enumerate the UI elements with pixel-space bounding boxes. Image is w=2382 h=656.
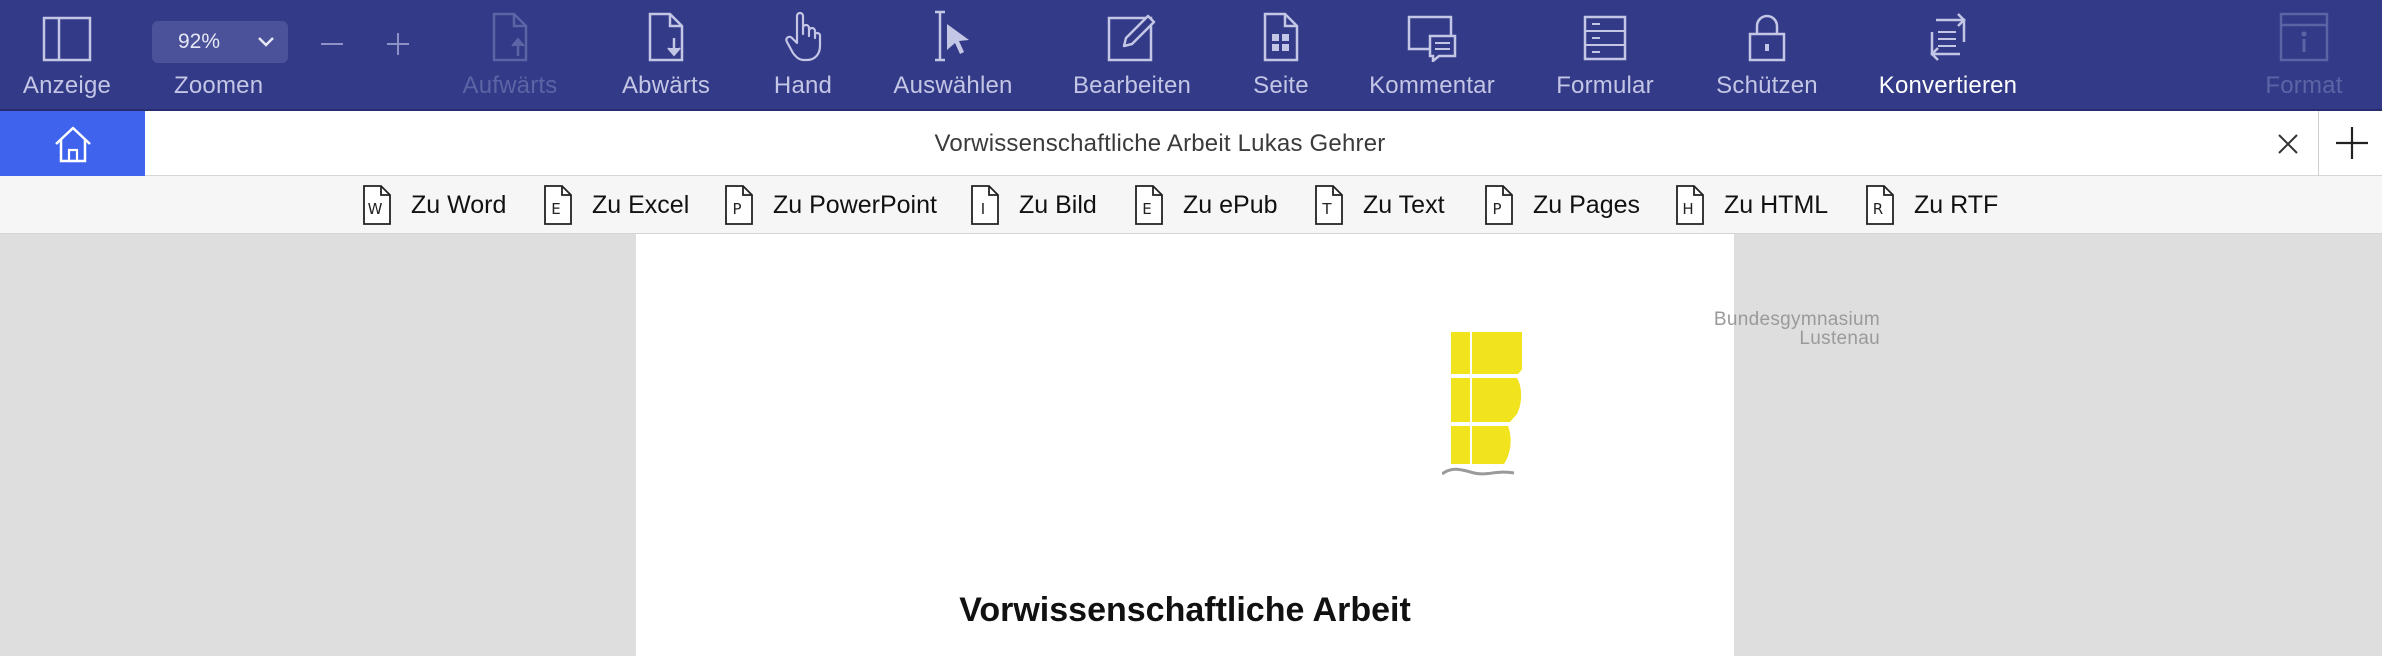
epub-file-letter: E — [1142, 200, 1152, 218]
convert-to-pages-label: Zu Pages — [1533, 190, 1641, 219]
page-down-button[interactable]: Abwärts — [612, 0, 720, 111]
excel-file-letter: E — [551, 200, 561, 218]
text-file-icon: T — [1314, 185, 1344, 225]
page-up-icon — [490, 0, 530, 64]
hand-tool-button[interactable]: Hand — [770, 0, 836, 111]
convert-to-word-label: Zu Word — [411, 190, 507, 219]
powerpoint-file-icon: P — [724, 185, 754, 225]
image-file-icon: I — [970, 185, 1000, 225]
page-up-button[interactable]: Aufwärts — [455, 0, 565, 111]
convert-label: Konvertieren — [1878, 72, 2018, 99]
convert-options-bar: W Zu Word E Zu Excel P Zu PowerPoint I Z… — [0, 176, 2382, 234]
convert-icon — [1924, 0, 1972, 64]
protect-button[interactable]: Schützen — [1712, 0, 1822, 111]
page-up-label: Aufwärts — [462, 72, 558, 99]
convert-to-html-label: Zu HTML — [1724, 190, 1829, 219]
protect-label: Schützen — [1716, 72, 1818, 99]
close-tab-button[interactable] — [2272, 128, 2304, 160]
select-cursor-icon — [933, 0, 973, 64]
document-tab-title[interactable]: Vorwissenschaftliche Arbeit Lukas Gehrer — [145, 111, 2175, 176]
pages-file-letter: P — [1492, 200, 1502, 218]
convert-to-excel-label: Zu Excel — [592, 190, 690, 219]
page-grid-icon — [1261, 0, 1301, 64]
html-file-icon: H — [1675, 185, 1705, 225]
edit-label: Bearbeiten — [1072, 72, 1192, 99]
lock-icon — [1746, 0, 1788, 64]
form-button[interactable]: Formular — [1554, 0, 1656, 111]
school-name-line-1: Bundesgymnasium — [1713, 309, 1880, 330]
minus-icon — [321, 43, 343, 45]
word-file-letter: W — [367, 200, 383, 218]
word-file-icon: W — [362, 185, 392, 225]
convert-to-rtf-button[interactable]: R Zu RTF — [1865, 184, 1998, 226]
convert-to-excel-button[interactable]: E Zu Excel — [543, 184, 689, 226]
sidebar-panel-icon — [42, 0, 92, 64]
convert-to-text-button[interactable]: T Zu Text — [1314, 184, 1445, 226]
zoom-out-button[interactable] — [312, 24, 352, 64]
convert-to-epub-button[interactable]: E Zu ePub — [1134, 184, 1278, 226]
format-label: Format — [2265, 72, 2343, 99]
school-logo — [1442, 332, 1522, 476]
plus-icon — [387, 33, 409, 55]
view-button[interactable]: Anzeige — [18, 0, 116, 111]
powerpoint-file-letter: P — [732, 200, 742, 218]
select-tool-label: Auswählen — [893, 72, 1013, 99]
convert-to-image-label: Zu Bild — [1019, 190, 1097, 219]
convert-to-rtf-label: Zu RTF — [1914, 190, 1999, 219]
home-icon — [54, 126, 91, 162]
convert-to-powerpoint-label: Zu PowerPoint — [773, 190, 937, 219]
convert-to-epub-label: Zu ePub — [1183, 190, 1278, 219]
view-label: Anzeige — [22, 72, 112, 99]
comment-icon — [1406, 0, 1458, 64]
convert-to-pages-button[interactable]: P Zu Pages — [1484, 184, 1640, 226]
document-viewport[interactable]: Bundesgymnasium Lustenau Vorwissenschaft… — [0, 234, 2382, 656]
page-button[interactable]: Seite — [1251, 0, 1311, 111]
close-icon — [2278, 134, 2298, 154]
epub-file-icon: E — [1134, 185, 1164, 225]
document-title: Vorwissenschaftliche Arbeit — [959, 591, 1411, 629]
edit-pencil-icon — [1106, 0, 1158, 64]
text-file-letter: T — [1322, 200, 1332, 218]
page-down-icon — [646, 0, 686, 64]
format-button[interactable]: Format — [2262, 0, 2346, 111]
pdf-page[interactable]: Bundesgymnasium Lustenau Vorwissenschaft… — [636, 234, 1880, 656]
info-panel-icon — [2279, 0, 2329, 64]
convert-button[interactable]: Konvertieren — [1876, 0, 2020, 111]
document-tab-bar: Vorwissenschaftliche Arbeit Lukas Gehrer — [0, 111, 2382, 176]
page-down-label: Abwärts — [621, 72, 711, 99]
zoom-select[interactable]: 92% — [152, 21, 288, 63]
rtf-file-icon: R — [1865, 185, 1895, 225]
image-file-letter: I — [980, 200, 986, 218]
rtf-file-letter: R — [1872, 200, 1884, 218]
convert-to-image-button[interactable]: I Zu Bild — [970, 184, 1097, 226]
zoom-label: Zoomen — [174, 72, 264, 99]
main-toolbar: Anzeige 92% Zoomen Aufwärts Abwärts Hand — [0, 0, 2382, 111]
convert-to-html-button[interactable]: H Zu HTML — [1675, 184, 1828, 226]
html-file-letter: H — [1682, 200, 1694, 218]
chevron-down-icon — [258, 37, 274, 47]
convert-to-text-label: Zu Text — [1363, 190, 1445, 219]
zoom-value: 92% — [178, 30, 221, 53]
form-icon — [1582, 0, 1628, 64]
comment-label: Kommentar — [1369, 72, 1495, 99]
edit-button[interactable]: Bearbeiten — [1070, 0, 1194, 111]
convert-to-word-button[interactable]: W Zu Word — [362, 184, 506, 226]
hand-tool-label: Hand — [773, 72, 833, 99]
hand-icon — [783, 0, 823, 64]
new-tab-button[interactable] — [2332, 123, 2372, 163]
excel-file-icon: E — [543, 185, 573, 225]
page-label: Seite — [1253, 72, 1309, 99]
form-label: Formular — [1556, 72, 1654, 99]
plus-icon — [2336, 127, 2368, 159]
tab-divider — [2318, 111, 2319, 176]
convert-to-powerpoint-button[interactable]: P Zu PowerPoint — [724, 184, 937, 226]
select-tool-button[interactable]: Auswählen — [891, 0, 1015, 111]
home-button[interactable] — [0, 111, 145, 176]
pages-file-icon: P — [1484, 185, 1514, 225]
comment-button[interactable]: Kommentar — [1366, 0, 1498, 111]
zoom-in-button[interactable] — [378, 24, 418, 64]
